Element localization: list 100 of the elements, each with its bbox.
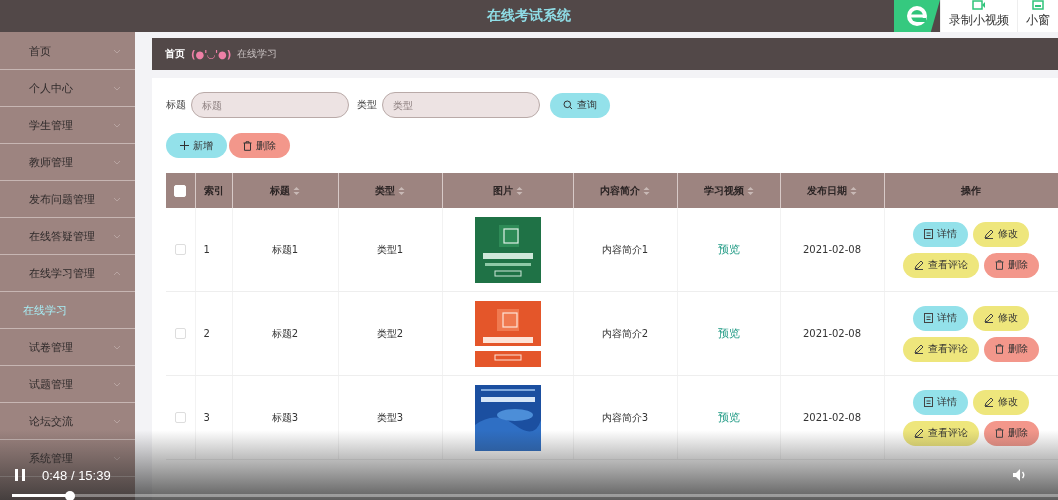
table-cell: 内容简介3: [601, 411, 649, 423]
field-label: 类型: [357, 98, 377, 112]
sidebar-item[interactable]: 在线答疑管理: [0, 218, 135, 255]
sort-icon[interactable]: [850, 185, 857, 196]
delete-button[interactable]: 删除: [984, 336, 1039, 362]
breadcrumb-link[interactable]: 首页: [165, 47, 185, 61]
column-header[interactable]: 类型: [375, 183, 405, 198]
sort-icon[interactable]: [398, 185, 405, 196]
table-cell: 2021-02-08: [802, 244, 862, 255]
detail-button[interactable]: 详情: [913, 305, 968, 331]
sort-icon[interactable]: [643, 185, 650, 196]
trash-icon: [995, 260, 1004, 270]
chevron-icon: [113, 381, 121, 387]
document-icon: [924, 397, 933, 407]
document-icon: [924, 229, 933, 239]
pencil-icon: [984, 229, 994, 239]
chevron-icon: [113, 196, 121, 202]
row-checkbox[interactable]: [174, 244, 186, 256]
chevron-icon: [113, 85, 121, 91]
field-label: 标题: [166, 98, 186, 112]
comments-button[interactable]: 查看评论: [903, 252, 979, 278]
detail-button[interactable]: 详情: [913, 389, 968, 415]
delete-button[interactable]: 删除: [984, 252, 1039, 278]
column-header: 索引: [203, 183, 224, 198]
sidebar-item[interactable]: 试卷管理: [0, 329, 135, 366]
edit-button[interactable]: 修改: [973, 389, 1029, 415]
pencil-icon: [914, 428, 924, 438]
edit-button[interactable]: 修改: [973, 305, 1029, 331]
chevron-icon: [113, 48, 121, 54]
comments-button[interactable]: 查看评论: [903, 336, 979, 362]
sidebar-item[interactable]: 发布问题管理: [0, 181, 135, 218]
row-checkbox[interactable]: [174, 412, 186, 424]
column-header[interactable]: 图片: [492, 183, 523, 198]
column-header: 操作: [961, 183, 981, 198]
column-header[interactable]: 标题: [270, 183, 300, 198]
search-field[interactable]: 类型: [382, 92, 540, 118]
sidebar-item[interactable]: 首页: [0, 33, 135, 70]
trash-icon: [995, 428, 1004, 438]
table-cell: 内容简介1: [601, 243, 649, 255]
table-cell: 3: [203, 412, 210, 423]
search-field[interactable]: 标题: [191, 92, 349, 118]
browser-logo-icon[interactable]: [894, 0, 940, 32]
search-icon: [563, 100, 573, 110]
window-icon: [1032, 0, 1044, 10]
sidebar-subitem[interactable]: 在线学习: [0, 292, 135, 329]
sidebar-item[interactable]: 个人中心: [0, 70, 135, 107]
chevron-icon: [113, 344, 121, 350]
table-cell: 类型3: [376, 411, 404, 423]
progress-bar[interactable]: [12, 494, 1058, 497]
chevron-icon: [113, 122, 121, 128]
sidebar-item[interactable]: 论坛交流: [0, 403, 135, 440]
trash-icon: [995, 344, 1004, 354]
table-cell: 标题3: [271, 411, 299, 423]
table-cell: 2: [203, 328, 210, 339]
progress-thumb[interactable]: [64, 490, 75, 500]
document-icon: [924, 313, 933, 323]
toolbar-button[interactable]: 录制小视频: [940, 0, 1017, 32]
pencil-icon: [914, 260, 924, 270]
toolbar-button[interactable]: 小窗: [1017, 0, 1058, 32]
sidebar-item[interactable]: 试题管理: [0, 366, 135, 403]
emoticon: (●'◡'●): [191, 48, 232, 60]
plus-icon: [180, 141, 189, 150]
delete-button[interactable]: 删除: [984, 420, 1039, 446]
app-title: 在线考试系统: [487, 7, 571, 25]
sidebar-item[interactable]: 教师管理: [0, 144, 135, 181]
sort-icon[interactable]: [515, 185, 523, 196]
trash-icon: [243, 140, 252, 151]
table-cell: 标题1: [271, 243, 299, 255]
select-all-checkbox[interactable]: [174, 184, 187, 197]
delete-button[interactable]: 删除: [229, 133, 290, 158]
table-cell: 类型1: [376, 243, 404, 255]
preview-link[interactable]: 预览: [717, 327, 740, 340]
preview-link[interactable]: 预览: [717, 243, 740, 256]
table-cell: 2021-02-08: [802, 412, 862, 423]
breadcrumb-current: 在线学习: [237, 47, 278, 61]
table-cell: 1: [203, 244, 210, 255]
video-camera-icon: [972, 0, 986, 10]
pause-icon[interactable]: [14, 468, 26, 482]
table-cell: 2021-02-08: [802, 328, 862, 339]
chevron-icon: [113, 270, 121, 276]
sort-icon[interactable]: [293, 185, 300, 196]
pencil-icon: [914, 344, 924, 354]
chevron-icon: [113, 455, 121, 461]
pencil-icon: [984, 397, 994, 407]
chevron-icon: [113, 233, 121, 239]
table-cell: 标题2: [271, 327, 299, 339]
add-button[interactable]: 新增: [166, 133, 227, 158]
chevron-icon: [113, 159, 121, 165]
chevron-icon: [113, 418, 121, 424]
row-checkbox[interactable]: [174, 328, 186, 340]
search-button[interactable]: 查询: [550, 92, 610, 118]
pencil-icon: [984, 313, 994, 323]
edit-button[interactable]: 修改: [973, 221, 1029, 247]
preview-link[interactable]: 预览: [717, 411, 740, 424]
table-cell: 内容简介2: [601, 327, 649, 339]
comments-button[interactable]: 查看评论: [903, 420, 979, 446]
sort-icon[interactable]: [746, 185, 754, 196]
detail-button[interactable]: 详情: [913, 221, 968, 247]
sidebar-item[interactable]: 学生管理: [0, 107, 135, 144]
sidebar-item[interactable]: 在线学习管理: [0, 255, 135, 292]
